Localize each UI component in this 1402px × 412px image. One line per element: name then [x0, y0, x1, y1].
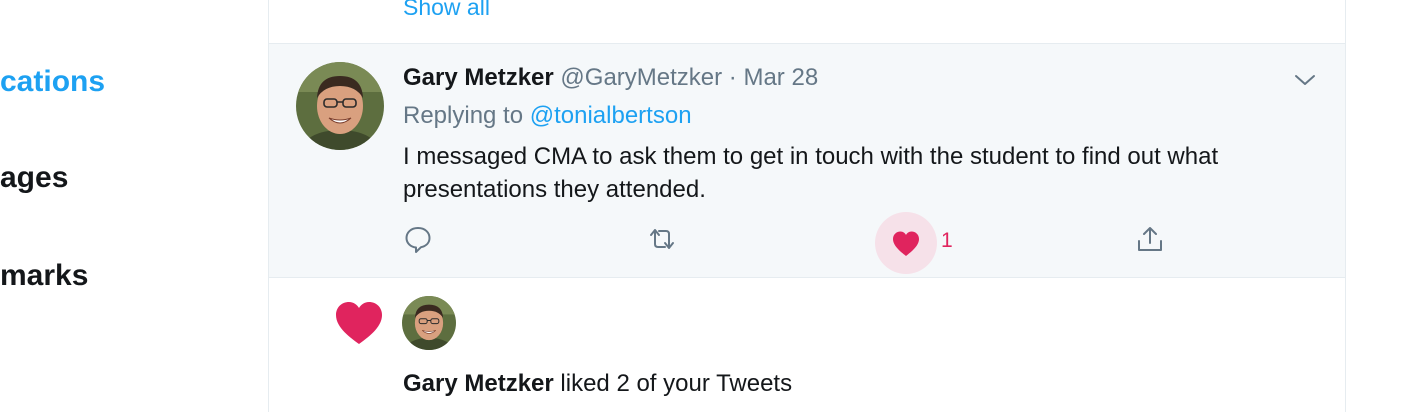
tweet-date[interactable]: Mar 28: [743, 64, 818, 91]
nav-notifications-label: cations: [0, 65, 106, 98]
twitter-notifications-page: cations ages marks Show all Gary Metzker…: [0, 0, 1402, 412]
retweet-icon[interactable]: [647, 224, 677, 254]
nav-bookmarks-label: marks: [0, 259, 89, 292]
heart-icon: [893, 231, 919, 256]
author-avatar[interactable]: [296, 62, 384, 150]
replying-handle-link[interactable]: @tonialbertson: [530, 102, 692, 129]
tweet-header: Gary Metzker @GaryMetzker · Mar 28: [403, 62, 818, 94]
tweet-text: I messaged CMA to ask them to get in tou…: [403, 143, 1219, 203]
replying-to: Replying to @tonialbertson: [403, 100, 692, 132]
share-icon[interactable]: [1135, 224, 1165, 254]
author-name[interactable]: Gary Metzker: [403, 64, 554, 91]
reply-icon[interactable]: [403, 224, 433, 254]
replying-prefix: Replying to: [403, 102, 530, 129]
nav-bookmarks[interactable]: marks: [0, 258, 88, 294]
header-separator: ·: [722, 64, 744, 91]
author-avatar-image: [296, 62, 384, 150]
nav-messages[interactable]: ages: [0, 160, 68, 196]
liker-avatar-image: [402, 296, 456, 350]
reply-tweet[interactable]: Gary Metzker @GaryMetzker · Mar 28 Reply…: [269, 43, 1345, 278]
like-count[interactable]: 1: [941, 228, 953, 254]
notifications-timeline: Show all Gary Metzker @GaryMetzker · Mar…: [268, 0, 1346, 412]
show-all-link[interactable]: Show all: [403, 0, 490, 22]
liker-avatar[interactable]: [402, 296, 456, 350]
chevron-down-icon[interactable]: [1291, 66, 1319, 94]
notification-text[interactable]: Gary Metzker liked 2 of your Tweets: [403, 368, 792, 400]
like-button[interactable]: [875, 212, 937, 274]
notification-actor-name[interactable]: Gary Metzker: [403, 370, 554, 397]
author-handle[interactable]: @GaryMetzker: [560, 64, 722, 91]
nav-notifications[interactable]: cations: [0, 64, 105, 100]
notification-action: liked 2 of your Tweets: [553, 370, 793, 397]
nav-messages-label: ages: [0, 161, 69, 194]
heart-icon: [336, 302, 382, 344]
